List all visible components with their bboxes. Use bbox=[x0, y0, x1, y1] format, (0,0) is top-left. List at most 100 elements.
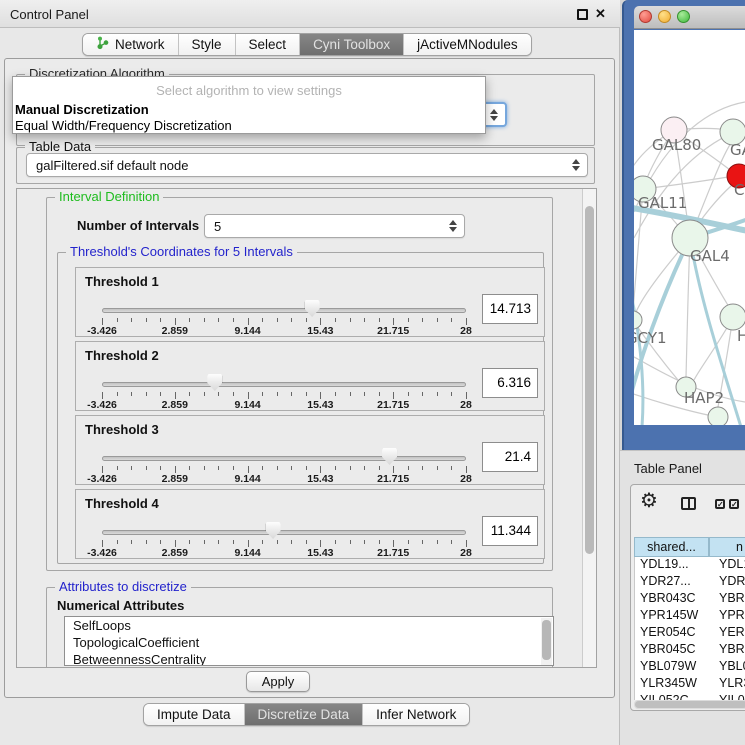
slider-scale-label: -3.426 bbox=[87, 473, 117, 485]
tab-cyni-toolbox[interactable]: Cyni Toolbox bbox=[299, 34, 403, 55]
slider-scale-label: 9.144 bbox=[234, 325, 260, 337]
numerical-attributes-label: Numerical Attributes bbox=[57, 598, 184, 613]
minimize-traffic-light[interactable] bbox=[658, 10, 671, 23]
slider-track[interactable] bbox=[102, 382, 466, 387]
threshold-value-field[interactable]: 11.344 bbox=[482, 516, 538, 546]
table-data-title: Table Data bbox=[25, 140, 95, 154]
table-row[interactable]: YPR145WYPR1 bbox=[635, 608, 745, 625]
float-window-icon[interactable] bbox=[577, 9, 588, 20]
tab-impute-data[interactable]: Impute Data bbox=[144, 704, 244, 725]
tab-label: Infer Network bbox=[376, 707, 456, 722]
number-of-intervals-combobox[interactable]: 5 bbox=[204, 214, 465, 238]
slider-scale-label: 28 bbox=[460, 473, 472, 485]
slider-scale-label: 9.144 bbox=[234, 399, 260, 411]
vertical-scrollbar-thumb[interactable] bbox=[585, 206, 594, 554]
tab-network[interactable]: Network bbox=[83, 34, 178, 55]
list-scrollbar-thumb[interactable] bbox=[542, 620, 551, 660]
table-panel-box: ⚙ ✓ ✓ shared... n YDL19...YDL1YDR27...YD… bbox=[630, 484, 745, 711]
cell-shared-name: YIL052C bbox=[635, 693, 710, 700]
slider-track[interactable] bbox=[102, 456, 466, 461]
network-node-label: C bbox=[734, 181, 744, 199]
tab-style[interactable]: Style bbox=[178, 34, 235, 55]
network-node[interactable] bbox=[708, 407, 728, 425]
number-of-intervals-value: 5 bbox=[214, 219, 221, 234]
tab-discretize-data[interactable]: Discretize Data bbox=[244, 704, 363, 725]
table-row[interactable]: YDL19...YDL1 bbox=[635, 557, 745, 574]
slider-scale-label: 28 bbox=[460, 399, 472, 411]
attributes-listbox[interactable]: SelfLoopsTopologicalCoefficientBetweenne… bbox=[64, 616, 554, 666]
threshold-value-field[interactable]: 6.316 bbox=[482, 368, 538, 398]
list-item[interactable]: TopologicalCoefficient bbox=[65, 634, 553, 651]
cell-name: YDR2 bbox=[710, 574, 745, 591]
tab-select[interactable]: Select bbox=[235, 34, 300, 55]
algorithm-dropdown-popup: Select algorithm to view settings Manual… bbox=[12, 76, 486, 134]
network-canvas[interactable]: GAL80GACGAL11GAL4GCY1HHAP2 bbox=[634, 30, 745, 425]
table-row[interactable]: YBL079WYBL0 bbox=[635, 659, 745, 676]
slider-scale-label: 9.144 bbox=[234, 547, 260, 559]
horizontal-scrollbar[interactable] bbox=[634, 700, 745, 709]
network-node-label: HAP2 bbox=[684, 389, 724, 407]
network-icon bbox=[96, 36, 109, 53]
list-item[interactable]: BetweennessCentrality bbox=[65, 651, 553, 666]
dropdown-option-equal-width[interactable]: Equal Width/Frequency Discretization bbox=[15, 118, 232, 133]
cell-name: YBL0 bbox=[710, 659, 745, 676]
table-row[interactable]: YIL052CYIL0 bbox=[635, 693, 745, 700]
table-data-combobox[interactable]: galFiltered.sif default node bbox=[26, 153, 588, 177]
panel-title: Control Panel bbox=[10, 7, 89, 22]
cell-shared-name: YBR043C bbox=[635, 591, 710, 608]
table-row[interactable]: YBR045CYBR0 bbox=[635, 642, 745, 659]
tab-jactivemnodules[interactable]: jActiveMNodules bbox=[403, 34, 531, 55]
dropdown-option-manual[interactable]: Manual Discretization bbox=[15, 102, 149, 117]
close-icon[interactable]: ✕ bbox=[595, 6, 606, 22]
horizontal-scrollbar-thumb[interactable] bbox=[635, 701, 745, 708]
table-row[interactable]: YER054CYER0 bbox=[635, 625, 745, 642]
checkbox-icon[interactable]: ✓ bbox=[715, 499, 725, 509]
apply-button[interactable]: Apply bbox=[246, 671, 310, 692]
network-node[interactable] bbox=[634, 311, 642, 329]
slider-scale-label: 15.43 bbox=[307, 473, 333, 485]
settings-scrollpane: Interval Definition Number of Intervals … bbox=[16, 188, 597, 668]
zoom-traffic-light[interactable] bbox=[677, 10, 690, 23]
node-table-rows: YDL19...YDL1YDR27...YDR2YBR043CYBR0YPR14… bbox=[634, 557, 745, 700]
threshold-panel-4: Threshold 4-3.4262.8599.14415.4321.71528… bbox=[75, 489, 545, 559]
list-item[interactable]: SelfLoops bbox=[65, 617, 553, 634]
threshold-value-field[interactable]: 14.713 bbox=[482, 294, 538, 324]
checkbox-icon[interactable]: ✓ bbox=[729, 499, 739, 509]
combo-spinner-icon bbox=[490, 109, 498, 121]
slider-track[interactable] bbox=[102, 530, 466, 535]
close-traffic-light[interactable] bbox=[639, 10, 652, 23]
slider-thumb[interactable] bbox=[266, 522, 281, 539]
cell-name: YPR1 bbox=[710, 608, 745, 625]
combo-spinner-icon bbox=[572, 159, 580, 171]
gear-icon[interactable]: ⚙ bbox=[640, 491, 658, 511]
thresholds-group: Threshold's Coordinates for 5 Intervals … bbox=[57, 252, 544, 564]
threshold-label: Threshold 3 bbox=[85, 422, 159, 437]
threshold-value-field[interactable]: 21.4 bbox=[482, 442, 538, 472]
slider-track[interactable] bbox=[102, 308, 466, 313]
cell-shared-name: YLR345W bbox=[635, 676, 710, 693]
cell-name: YBR0 bbox=[710, 642, 745, 659]
tab-infer-network[interactable]: Infer Network bbox=[362, 704, 469, 725]
slider-scale-label: 28 bbox=[460, 325, 472, 337]
control-panel-titlebar: Control Panel ✕ bbox=[0, 0, 620, 28]
table-row[interactable]: YLR345WYLR3 bbox=[635, 676, 745, 693]
slider-thumb[interactable] bbox=[207, 374, 222, 391]
slider-scale-label: 21.715 bbox=[377, 325, 409, 337]
threshold-panel-3: Threshold 3-3.4262.8599.14415.4321.71528… bbox=[75, 415, 545, 485]
table-row[interactable]: YBR043CYBR0 bbox=[635, 591, 745, 608]
cell-name: YER0 bbox=[710, 625, 745, 642]
slider-scale-label: 21.715 bbox=[377, 547, 409, 559]
slider-scale-label: 2.859 bbox=[162, 473, 188, 485]
vertical-scrollbar[interactable] bbox=[582, 189, 596, 667]
threshold-label: Threshold 1 bbox=[85, 274, 159, 289]
list-scrollbar[interactable] bbox=[541, 618, 552, 666]
slider-thumb[interactable] bbox=[382, 448, 397, 465]
cell-name: YLR3 bbox=[710, 676, 745, 693]
column-header-name[interactable]: n bbox=[709, 537, 745, 557]
slider-scale-label: 2.859 bbox=[162, 547, 188, 559]
column-layout-icon[interactable] bbox=[681, 497, 696, 510]
network-node-label: GAL80 bbox=[652, 136, 701, 154]
table-row[interactable]: YDR27...YDR2 bbox=[635, 574, 745, 591]
slider-thumb[interactable] bbox=[305, 300, 320, 317]
column-header-shared-name[interactable]: shared... bbox=[634, 537, 709, 557]
